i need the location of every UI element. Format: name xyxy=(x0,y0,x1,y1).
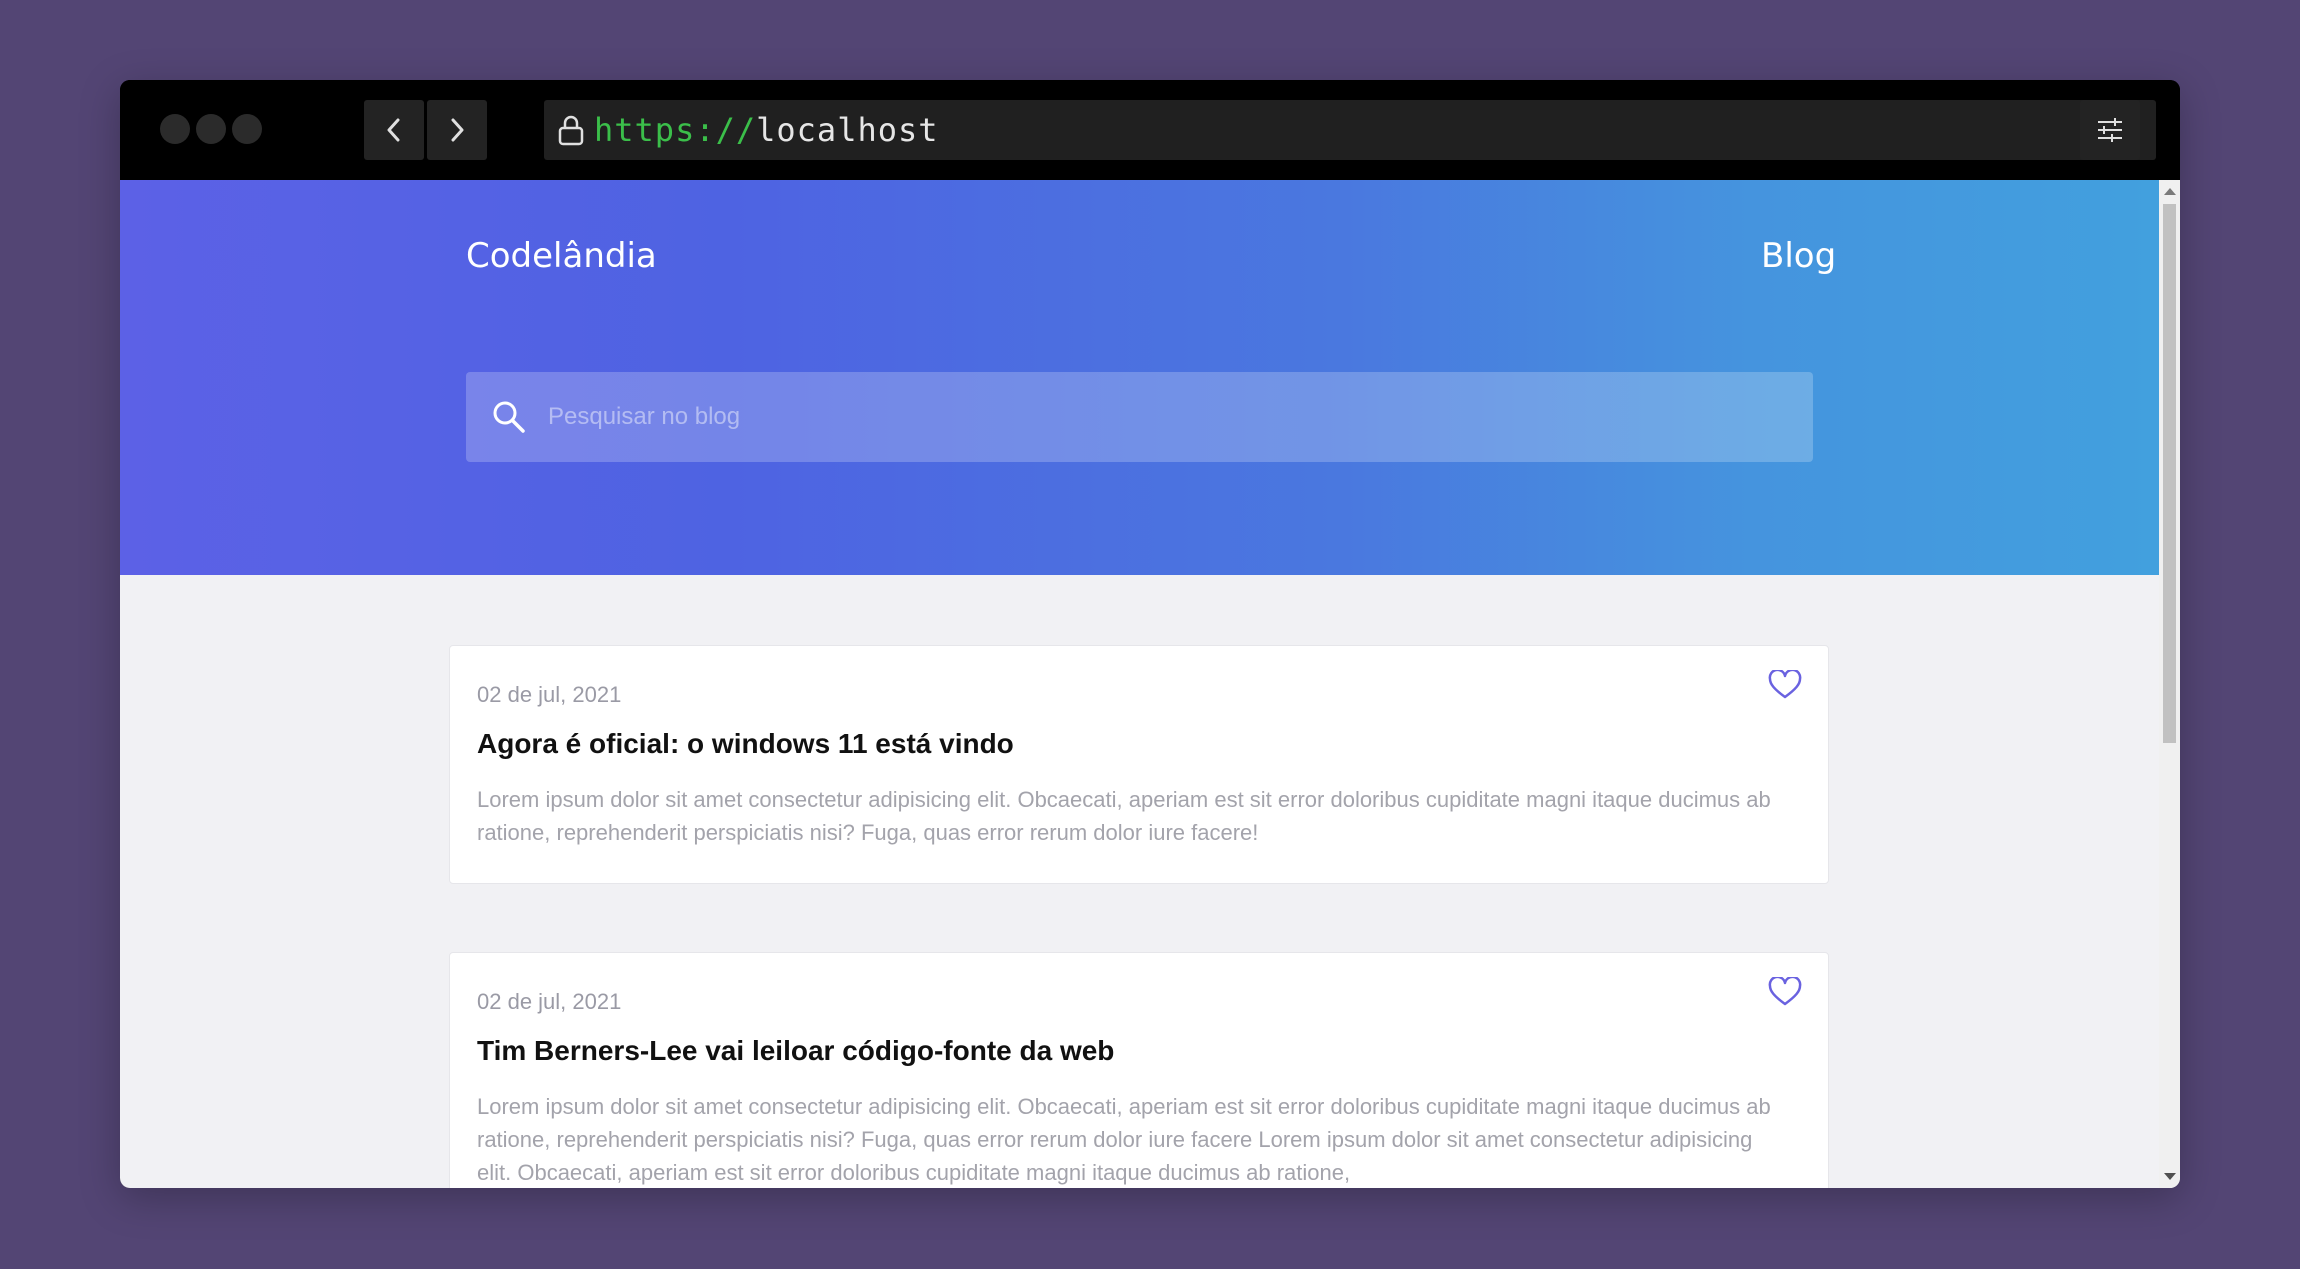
post-date: 02 de jul, 2021 xyxy=(477,682,622,707)
window-minimize-dot[interactable] xyxy=(196,114,226,144)
post-card[interactable]: 02 de jul, 2021 Agora é oficial: o windo… xyxy=(449,645,1829,884)
heart-icon[interactable] xyxy=(1768,668,1802,705)
url-text[interactable]: https://localhost xyxy=(594,111,939,149)
search-box[interactable] xyxy=(466,372,1813,462)
post-title[interactable]: Tim Berners-Lee vai leiloar código-fonte… xyxy=(477,1035,1114,1067)
browser-toolbar: https://localhost xyxy=(120,80,2180,180)
chevron-right-icon xyxy=(451,118,464,142)
window-controls xyxy=(160,114,262,144)
hero-header: Codelândia Blog xyxy=(120,180,2159,575)
window-maximize-dot[interactable] xyxy=(232,114,262,144)
post-card[interactable]: 02 de jul, 2021 Tim Berners-Lee vai leil… xyxy=(449,952,1829,1188)
post-excerpt: Lorem ipsum dolor sit amet consectetur a… xyxy=(477,1094,1771,1185)
heart-icon[interactable] xyxy=(1768,975,1802,1012)
vertical-scrollbar[interactable] xyxy=(2159,180,2180,1188)
url-host: localhost xyxy=(756,111,939,149)
settings-button[interactable] xyxy=(2080,100,2140,160)
nav-link-blog[interactable]: Blog xyxy=(1761,236,1836,276)
chevron-left-icon xyxy=(387,118,400,142)
search-icon xyxy=(492,400,526,434)
site-brand[interactable]: Codelândia xyxy=(466,236,657,276)
url-scheme: https:// xyxy=(594,111,757,149)
scroll-down-arrow[interactable] xyxy=(2164,1173,2176,1180)
sliders-icon xyxy=(2098,118,2122,142)
window-close-dot[interactable] xyxy=(160,114,190,144)
back-button[interactable] xyxy=(364,100,424,160)
scroll-up-arrow[interactable] xyxy=(2164,188,2176,195)
lock-icon xyxy=(556,114,586,146)
browser-window: https://localhost Codelândia Blog Pesqui… xyxy=(120,80,2180,1188)
search-input[interactable] xyxy=(546,402,1750,432)
scrollbar-thumb[interactable] xyxy=(2163,204,2176,743)
address-bar[interactable]: https://localhost xyxy=(544,100,2156,160)
post-title[interactable]: Agora é oficial: o windows 11 está vindo xyxy=(477,728,1014,760)
forward-button[interactable] xyxy=(427,100,487,160)
post-date: 02 de jul, 2021 xyxy=(477,989,622,1014)
post-excerpt: Lorem ipsum dolor sit amet consectetur a… xyxy=(477,787,1771,845)
page-viewport: Codelândia Blog 02 de jul, 2021 Agora é … xyxy=(120,180,2180,1188)
